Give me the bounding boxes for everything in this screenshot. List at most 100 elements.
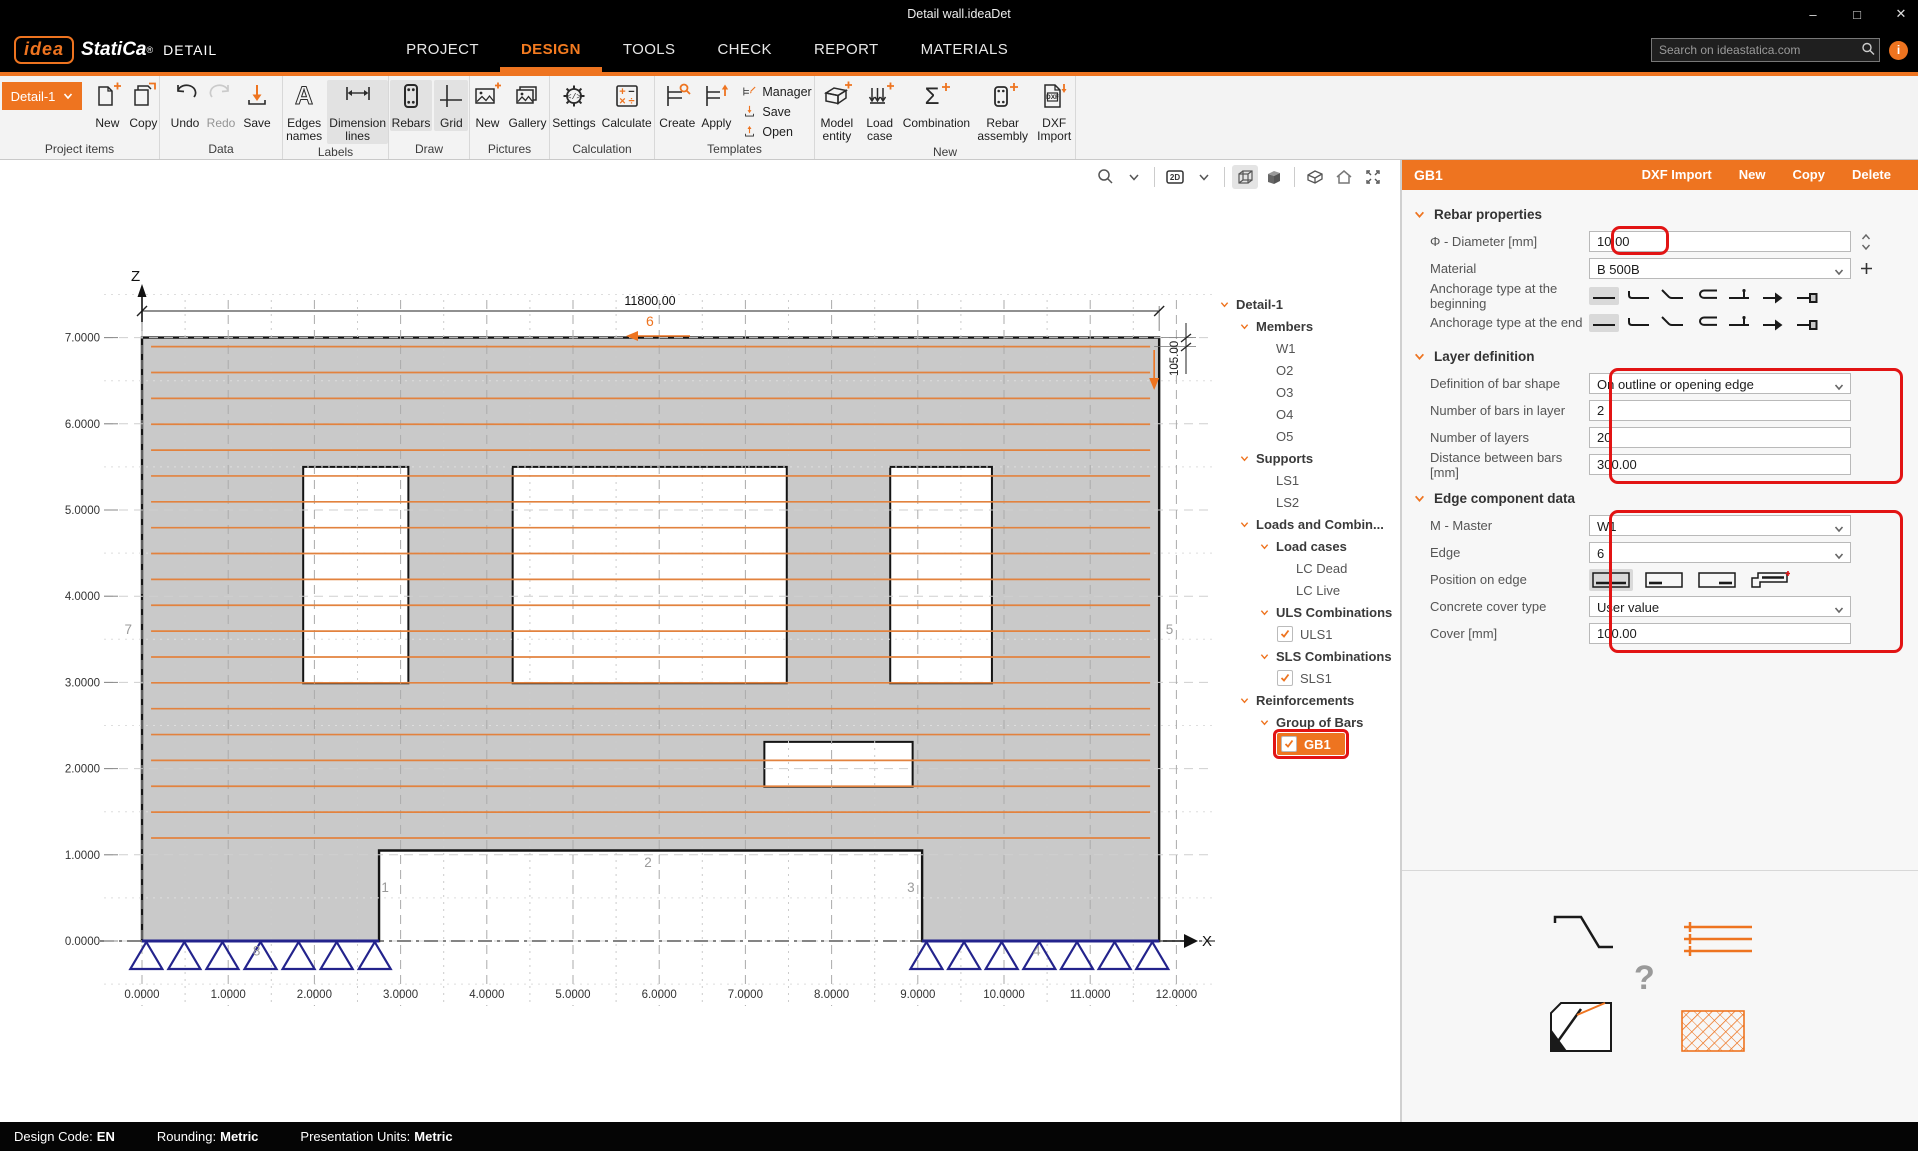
position-option[interactable]: [1695, 569, 1739, 591]
select-material[interactable]: B 500B: [1589, 258, 1851, 279]
ribbon-open-button[interactable]: Open: [741, 123, 811, 140]
view-chevron-down-button[interactable]: [1121, 165, 1147, 189]
tree-item-lc-dead[interactable]: LC Dead: [1212, 557, 1398, 579]
info-badge-icon[interactable]: i: [1889, 41, 1908, 60]
tree-collapse-icon[interactable]: [1237, 696, 1251, 705]
view-solid-cube-button[interactable]: [1261, 165, 1287, 189]
select-edge[interactable]: 6: [1589, 542, 1851, 563]
select-definition-of-bar-shape[interactable]: On outline or opening edge: [1589, 373, 1851, 394]
tree-item-loads-and-combin[interactable]: Loads and Combin...: [1212, 513, 1398, 535]
add-material-icon[interactable]: [1859, 261, 1874, 276]
section-collapse-icon[interactable]: [1412, 493, 1426, 504]
view-clip-cube-button[interactable]: [1302, 165, 1328, 189]
props-action-dxf-import[interactable]: DXF Import: [1642, 167, 1712, 182]
position-option[interactable]: [1642, 569, 1686, 591]
ribbon-calculate-button[interactable]: +−×÷Calculate: [600, 80, 654, 131]
field-number-of-layers[interactable]: [1589, 427, 1851, 448]
tree-item-members[interactable]: Members: [1212, 315, 1398, 337]
ribbon-edges-names-button[interactable]: AEdges names: [283, 80, 325, 144]
tree-item-reinforcements[interactable]: Reinforcements: [1212, 689, 1398, 711]
tree-item-o5[interactable]: O5: [1212, 425, 1398, 447]
view-fullscreen-button[interactable]: [1360, 165, 1386, 189]
ribbon-manager-button[interactable]: Manager: [741, 83, 811, 100]
props-action-copy[interactable]: Copy: [1792, 167, 1825, 182]
tree-collapse-icon[interactable]: [1257, 608, 1271, 617]
view-magnifier-button[interactable]: [1092, 165, 1118, 189]
field-number-of-bars-in-layer[interactable]: [1589, 400, 1851, 421]
anchorage-option[interactable]: [1691, 287, 1721, 305]
view-chevron-down-button[interactable]: [1191, 165, 1217, 189]
anchorage-option[interactable]: [1657, 314, 1687, 332]
menu-tab-materials[interactable]: MATERIALS: [900, 28, 1030, 72]
checkbox-icon[interactable]: [1277, 626, 1293, 642]
project-item-selector[interactable]: Detail-1: [2, 82, 83, 110]
select-m-master[interactable]: W1: [1589, 515, 1851, 536]
menu-tab-design[interactable]: DESIGN: [500, 28, 602, 72]
anchorage-option[interactable]: [1759, 314, 1789, 332]
section-collapse-icon[interactable]: [1412, 351, 1426, 362]
close-icon[interactable]: ✕: [1894, 6, 1908, 22]
ribbon-model-entity-button[interactable]: Model entity: [815, 80, 859, 144]
tree-collapse-icon[interactable]: [1257, 718, 1271, 727]
ribbon-create-button[interactable]: Create: [657, 80, 697, 131]
anchorage-option[interactable]: [1725, 314, 1755, 332]
tree-item-load-cases[interactable]: Load cases: [1212, 535, 1398, 557]
ribbon-dimension-lines-button[interactable]: Dimension lines: [327, 80, 388, 144]
ribbon-undo-button[interactable]: Undo: [168, 80, 202, 131]
props-action-new[interactable]: New: [1739, 167, 1766, 182]
tree-item-o2[interactable]: O2: [1212, 359, 1398, 381]
ribbon-new-button[interactable]: New: [470, 80, 504, 131]
ribbon-new-button[interactable]: New: [90, 80, 124, 131]
anchorage-option[interactable]: [1623, 287, 1653, 305]
ribbon-rebar-assembly-button[interactable]: Rebar assembly: [974, 80, 1031, 144]
tree-item-o3[interactable]: O3: [1212, 381, 1398, 403]
ribbon-apply-button[interactable]: Apply: [699, 80, 733, 131]
tree-item-sls1[interactable]: SLS1: [1212, 667, 1398, 689]
search-input[interactable]: [1651, 38, 1880, 62]
tree-item-ls1[interactable]: LS1: [1212, 469, 1398, 491]
field-cover-mm[interactable]: [1589, 623, 1851, 644]
ribbon-gallery-button[interactable]: Gallery: [506, 80, 548, 131]
tree-collapse-icon[interactable]: [1257, 652, 1271, 661]
minimize-icon[interactable]: –: [1806, 7, 1820, 22]
tree-item-ls2[interactable]: LS2: [1212, 491, 1398, 513]
ribbon-redo-button[interactable]: Redo: [204, 80, 238, 131]
tree-item-uls1[interactable]: ULS1: [1212, 623, 1398, 645]
position-option[interactable]: [1589, 569, 1633, 591]
menu-tab-tools[interactable]: TOOLS: [602, 28, 697, 72]
ribbon-copy-button[interactable]: Copy: [126, 80, 160, 131]
ribbon-dxf-import-button[interactable]: DXFDXF Import: [1033, 80, 1075, 144]
view-btn-2d-button[interactable]: 2D: [1162, 165, 1188, 189]
field-diameter-mm[interactable]: [1589, 231, 1851, 252]
props-action-delete[interactable]: Delete: [1852, 167, 1891, 182]
anchorage-option[interactable]: [1793, 287, 1823, 305]
select-concrete-cover-type[interactable]: User value: [1589, 596, 1851, 617]
view-home-button[interactable]: [1331, 165, 1357, 189]
checkbox-icon[interactable]: [1281, 736, 1297, 752]
tree-item-group-of-bars[interactable]: Group of Bars: [1212, 711, 1398, 733]
checkbox-icon[interactable]: [1277, 670, 1293, 686]
ribbon-settings-button[interactable]: </>Settings: [550, 80, 597, 131]
tree-collapse-icon[interactable]: [1237, 322, 1251, 331]
anchorage-option[interactable]: [1793, 314, 1823, 332]
anchorage-option[interactable]: [1725, 287, 1755, 305]
tree-item-w1[interactable]: W1: [1212, 337, 1398, 359]
position-option[interactable]: [1748, 569, 1792, 591]
tree-collapse-icon[interactable]: [1237, 520, 1251, 529]
ribbon-save-button[interactable]: Save: [240, 80, 274, 131]
ribbon-load-case-button[interactable]: Load case: [861, 80, 899, 144]
tree-item-o4[interactable]: O4: [1212, 403, 1398, 425]
menu-tab-report[interactable]: REPORT: [793, 28, 900, 72]
tree-collapse-icon[interactable]: [1237, 454, 1251, 463]
anchorage-option[interactable]: [1759, 287, 1789, 305]
ribbon-save-button[interactable]: Save: [741, 103, 811, 120]
anchorage-option[interactable]: [1589, 287, 1619, 305]
tree-item-sls-combinations[interactable]: SLS Combinations: [1212, 645, 1398, 667]
tree-item-lc-live[interactable]: LC Live: [1212, 579, 1398, 601]
ribbon-rebars-button[interactable]: Rebars: [390, 80, 433, 131]
tree-collapse-icon[interactable]: [1257, 542, 1271, 551]
menu-tab-project[interactable]: PROJECT: [385, 28, 500, 72]
anchorage-option[interactable]: [1657, 287, 1687, 305]
anchorage-option[interactable]: [1589, 314, 1619, 332]
anchorage-option[interactable]: [1623, 314, 1653, 332]
